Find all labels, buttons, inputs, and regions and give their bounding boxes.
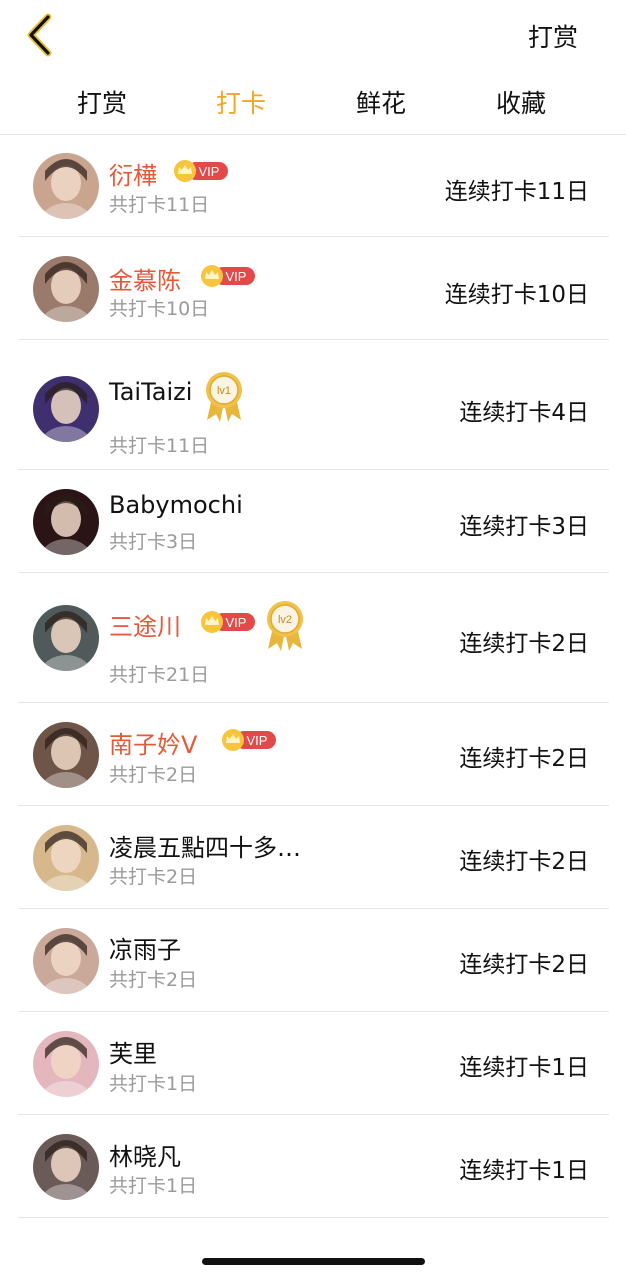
home-indicator (202, 1258, 425, 1265)
streak-label: 连续打卡2日 (459, 746, 589, 772)
streak-label: 连续打卡2日 (459, 631, 589, 657)
level-medal-icon: lv2 (265, 599, 305, 651)
avatar[interactable] (33, 928, 99, 994)
streak-label: 连续打卡3日 (459, 514, 589, 540)
avatar[interactable] (33, 1031, 99, 1097)
user-name[interactable]: Babymochi (109, 491, 243, 519)
list-item[interactable]: 衍樺 VIP 共打卡11日 连续打卡11日 (18, 134, 609, 237)
user-name[interactable]: 凉雨子 (109, 930, 181, 965)
total-checkin: 共打卡2日 (109, 969, 198, 991)
avatar[interactable] (33, 489, 99, 555)
total-checkin: 共打卡10日 (109, 298, 210, 320)
tab-reward[interactable]: 打赏 (77, 84, 127, 120)
list-item[interactable]: Babymochi 共打卡3日 连续打卡3日 (18, 470, 609, 573)
streak-label: 连续打卡4日 (459, 400, 589, 426)
list-item[interactable]: 凌晨五點四十多… 共打卡2日 连续打卡2日 (18, 806, 609, 909)
total-checkin: 共打卡2日 (109, 764, 198, 786)
reward-button[interactable]: 打赏 (528, 18, 578, 54)
svg-text:VIP: VIP (247, 733, 268, 748)
avatar[interactable] (33, 722, 99, 788)
vip-badge: VIP (221, 728, 277, 752)
total-checkin: 共打卡11日 (109, 435, 210, 457)
back-button[interactable] (22, 12, 62, 58)
list-item[interactable]: TaiTaizi lv1 共打卡11日 连续打卡4日 (18, 340, 609, 470)
level-label: lv1 (217, 385, 231, 397)
top-bar: 打赏 (0, 0, 626, 70)
user-name[interactable]: 金慕陈 (109, 261, 181, 296)
tab-flowers[interactable]: 鲜花 (356, 84, 406, 120)
streak-label: 连续打卡10日 (444, 282, 589, 308)
chevron-left-icon (27, 13, 52, 57)
user-name[interactable]: TaiTaizi (109, 378, 192, 406)
total-checkin: 共打卡11日 (109, 194, 210, 216)
avatar[interactable] (33, 1134, 99, 1200)
vip-badge: VIP (200, 610, 256, 634)
user-name[interactable]: 芙里 (109, 1034, 157, 1069)
user-name[interactable]: 三途川 (109, 607, 181, 642)
avatar[interactable] (33, 376, 99, 442)
user-name[interactable]: 林晓凡 (109, 1137, 181, 1172)
streak-label: 连续打卡1日 (459, 1158, 589, 1184)
streak-label: 连续打卡1日 (459, 1055, 589, 1081)
tab-checkin[interactable]: 打卡 (216, 84, 266, 120)
level-label: lv2 (278, 614, 292, 626)
total-checkin: 共打卡21日 (109, 664, 210, 686)
user-name[interactable]: 衍樺 (109, 156, 157, 191)
svg-text:VIP: VIP (226, 615, 247, 630)
streak-label: 连续打卡2日 (459, 952, 589, 978)
list-item[interactable]: 芙里共打卡1日 连续打卡1日 (18, 1012, 609, 1115)
list-item[interactable]: 南子妗V VIP 共打卡2日 连续打卡2日 (18, 703, 609, 806)
total-checkin: 共打卡3日 (109, 531, 198, 553)
avatar[interactable] (33, 605, 99, 671)
svg-text:VIP: VIP (199, 164, 220, 179)
user-name[interactable]: 凌晨五點四十多… (109, 828, 301, 863)
total-checkin: 共打卡1日 (109, 1073, 198, 1095)
checkin-list: 衍樺 VIP 共打卡11日 连续打卡11日金慕陈 VIP 共打卡10日 连续打卡10日 Tai… (18, 134, 609, 1218)
streak-label: 连续打卡11日 (444, 179, 589, 205)
avatar[interactable] (33, 256, 99, 322)
tab-favorites[interactable]: 收藏 (496, 84, 546, 120)
level-medal-icon: lv1 (204, 370, 244, 422)
avatar[interactable] (33, 153, 99, 219)
vip-badge: VIP (200, 264, 256, 288)
total-checkin: 共打卡2日 (109, 866, 198, 888)
svg-text:VIP: VIP (226, 269, 247, 284)
vip-badge: VIP (173, 159, 229, 183)
tab-bar: 打赏 打卡 鲜花 收藏 (0, 80, 626, 135)
avatar[interactable] (33, 825, 99, 891)
list-item[interactable]: 凉雨子共打卡2日 连续打卡2日 (18, 909, 609, 1012)
list-item[interactable]: 林晓凡共打卡1日 连续打卡1日 (18, 1115, 609, 1218)
list-item[interactable]: 金慕陈 VIP 共打卡10日 连续打卡10日 (18, 237, 609, 340)
streak-label: 连续打卡2日 (459, 849, 589, 875)
user-name[interactable]: 南子妗V (109, 725, 197, 760)
total-checkin: 共打卡1日 (109, 1175, 198, 1197)
list-item[interactable]: 三途川 VIP lv2 共打卡21日 连续打卡2日 (18, 573, 609, 703)
